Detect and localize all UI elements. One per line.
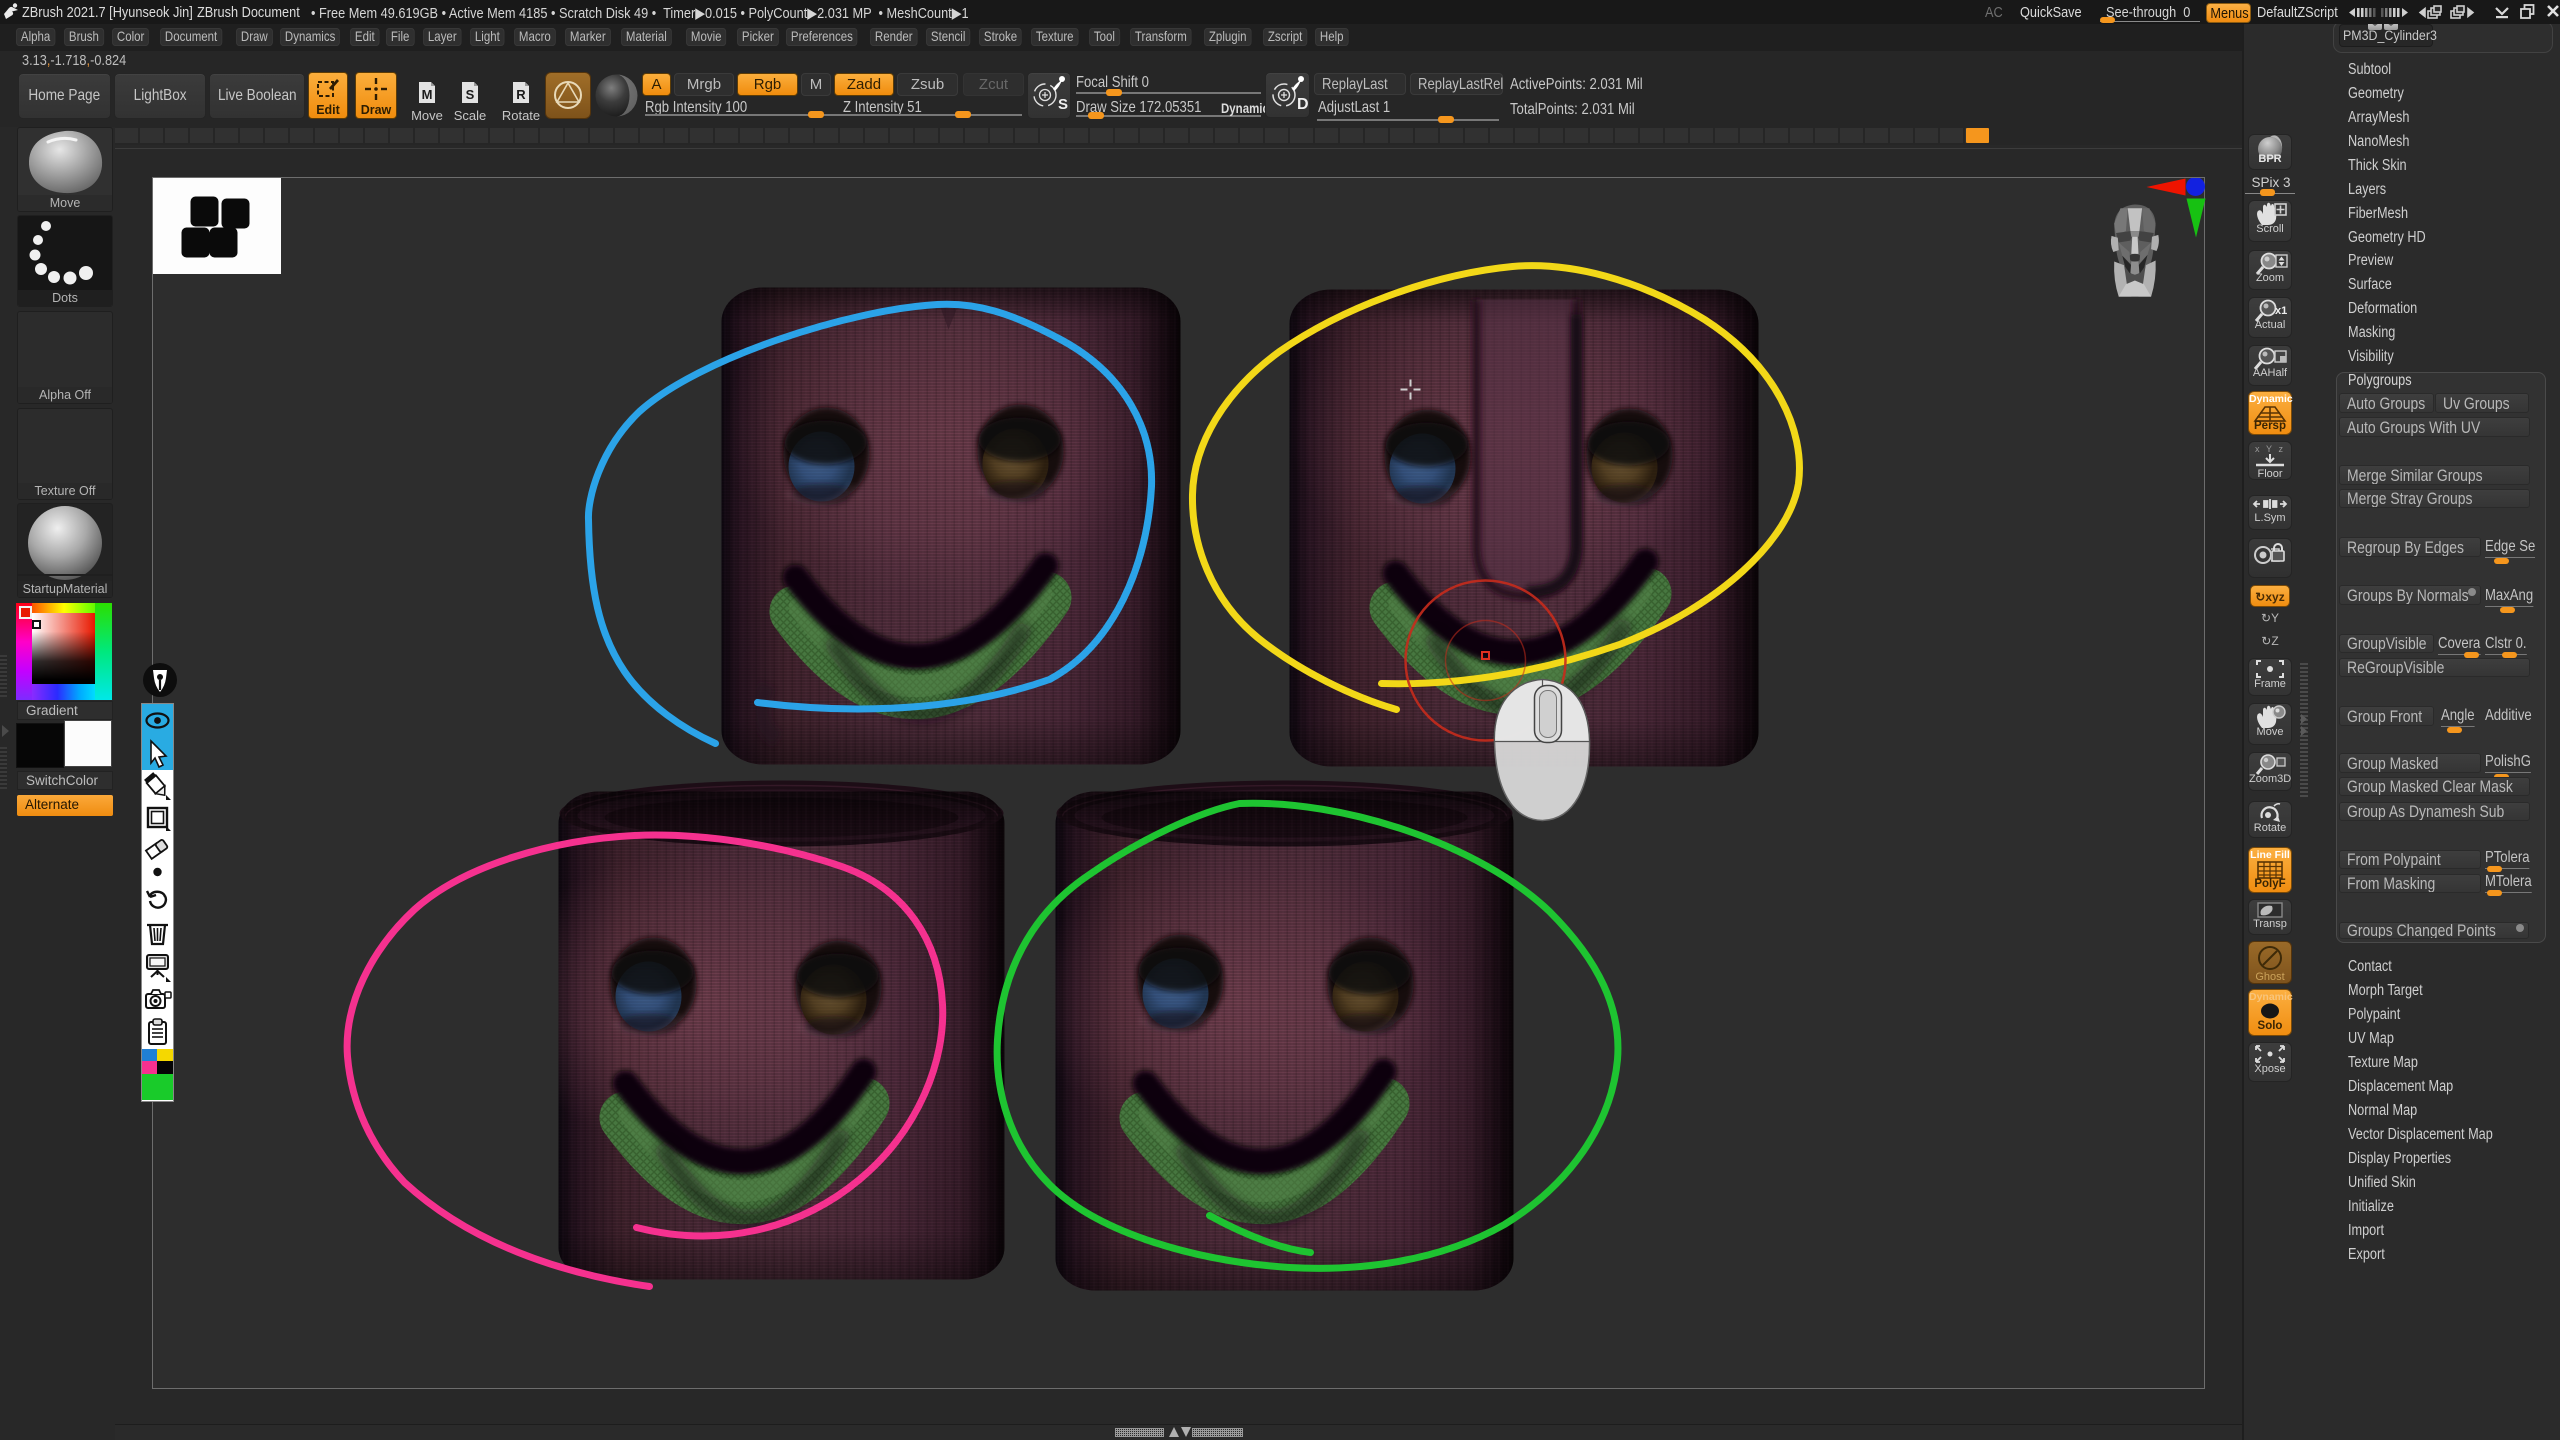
svg-text:R: R xyxy=(516,87,526,102)
svg-text:M: M xyxy=(422,87,433,102)
svg-text:S: S xyxy=(1058,96,1068,113)
svg-text:S: S xyxy=(466,87,475,102)
svg-text:D: D xyxy=(1297,96,1309,113)
svg-text:x1: x1 xyxy=(2275,305,2287,317)
